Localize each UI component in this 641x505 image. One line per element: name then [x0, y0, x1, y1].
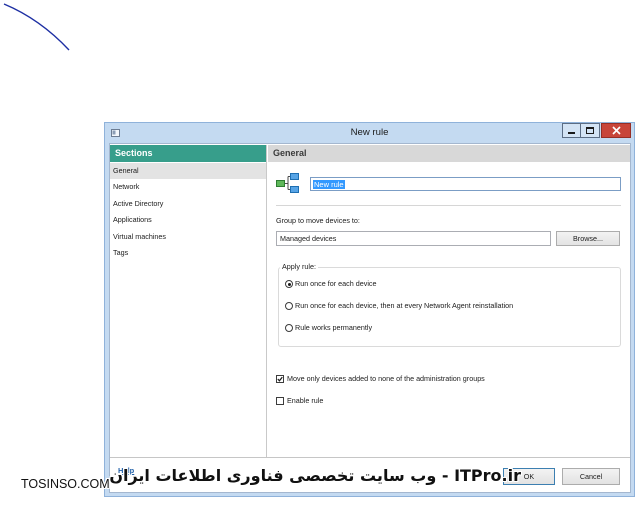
window-title: New rule: [350, 127, 389, 138]
radio-label[interactable]: Rule works permanently: [295, 323, 372, 333]
sections-header: Sections: [110, 145, 266, 162]
sidebar-item-virtual-machines[interactable]: Virtual machines: [110, 229, 266, 246]
move-unassigned-checkbox[interactable]: [276, 375, 284, 383]
sidebar-item-tags[interactable]: Tags: [110, 245, 266, 262]
sidebar-item-network[interactable]: Network: [110, 179, 266, 196]
footer-divider: [110, 457, 630, 458]
move-unassigned-label[interactable]: Move only devices added to none of the a…: [287, 374, 485, 384]
browse-button[interactable]: Browse...: [556, 231, 620, 246]
app-window-icon[interactable]: [111, 129, 120, 137]
watermark-site: TOSINSO.COM: [21, 477, 110, 491]
radio-label[interactable]: Run once for each device: [295, 279, 377, 289]
minimize-button[interactable]: [562, 123, 581, 138]
enable-rule-checkbox-row[interactable]: Enable rule: [276, 395, 596, 407]
sections-list: General Network Active Directory Applica…: [110, 162, 266, 262]
enable-rule-checkbox[interactable]: [276, 397, 284, 405]
target-group-label: Group to move devices to:: [276, 216, 360, 225]
section-title: General: [268, 145, 630, 162]
move-unassigned-checkbox-row[interactable]: Move only devices added to none of the a…: [276, 373, 596, 385]
radio-option-run-once[interactable]: Run once for each device: [284, 278, 614, 290]
sidebar-item-general[interactable]: General: [110, 162, 266, 179]
divider: [276, 205, 621, 206]
decorative-arc: [3, 3, 70, 51]
radio-label[interactable]: Run once for each device, then at every …: [295, 301, 513, 311]
maximize-icon: [586, 127, 594, 134]
sidebar-item-active-directory[interactable]: Active Directory: [110, 196, 266, 213]
rule-tree-icon: [276, 173, 299, 193]
enable-rule-label[interactable]: Enable rule: [287, 396, 323, 406]
radio-option-permanent[interactable]: Rule works permanently: [284, 322, 614, 334]
radio-button[interactable]: [285, 280, 293, 288]
sidebar-item-applications[interactable]: Applications: [110, 212, 266, 229]
close-icon: [612, 126, 621, 135]
radio-button[interactable]: [285, 324, 293, 332]
rule-name-input[interactable]: New rule: [310, 177, 621, 191]
maximize-button[interactable]: [581, 123, 600, 138]
close-button[interactable]: [601, 123, 631, 138]
radio-option-run-once-reinstall[interactable]: Run once for each device, then at every …: [284, 300, 614, 312]
target-group-field[interactable]: Managed devices: [276, 231, 551, 246]
cancel-button[interactable]: Cancel: [562, 468, 620, 485]
rule-name-text[interactable]: New rule: [313, 179, 345, 189]
radio-button[interactable]: [285, 302, 293, 310]
minimize-icon: [568, 132, 575, 134]
apply-rule-legend: Apply rule:: [280, 262, 318, 272]
watermark-text: ITPro.ir - وب سایت تخصصی فناوری اطلاعات …: [109, 466, 521, 485]
